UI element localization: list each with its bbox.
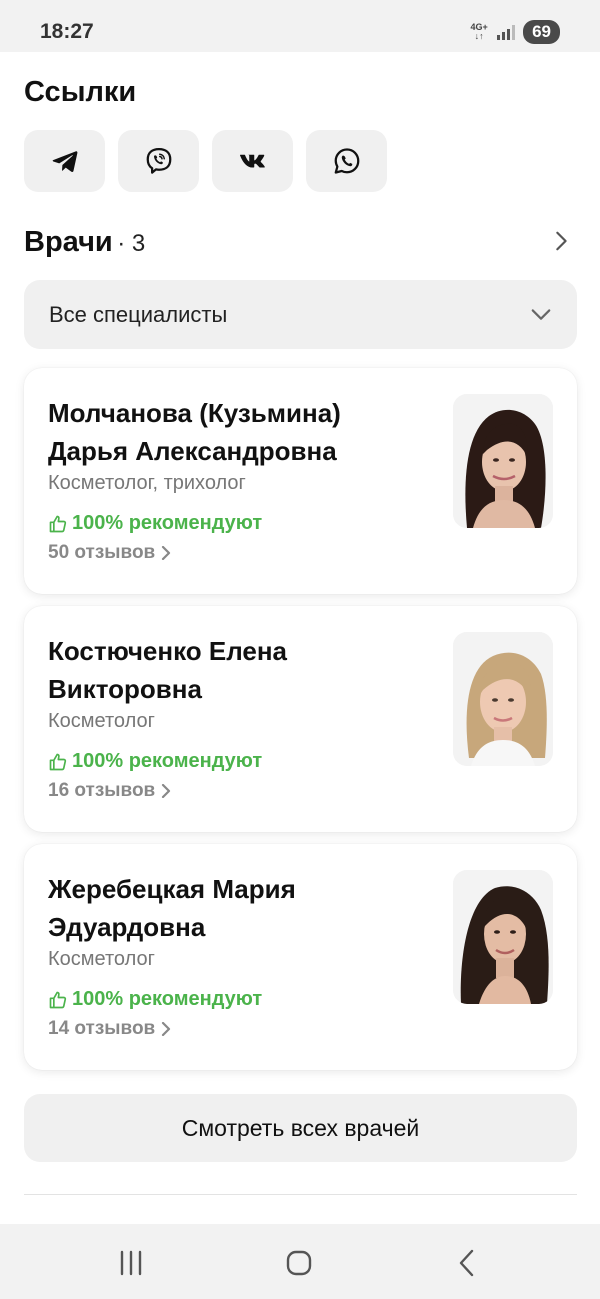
telegram-icon [52,151,77,172]
chevron-down-icon [531,309,551,320]
status-time: 18:27 [40,20,94,43]
doctor-name: Костюченко Елена Викторовна [48,636,287,704]
show-all-doctors-button[interactable]: Смотреть всех врачей [24,1094,577,1162]
doctor-card[interactable]: Костюченко Елена Викторовна Косметолог 1… [24,606,577,832]
status-bar: 18:27 4G+ ↓↑ 69 [0,0,600,52]
system-navigation-bar [0,1224,600,1299]
thumbs-up-icon [49,515,67,532]
doctor-specialty: Косметолог [48,948,155,970]
doctor-card[interactable]: Жеребецкая Мария Эдуардовна Косметолог 1… [24,844,577,1070]
whatsapp-button[interactable] [306,130,387,192]
thumbs-up-icon [49,991,67,1008]
doctor-specialty: Косметолог, трихолог [48,472,246,494]
doctor-specialty: Косметолог [48,710,155,732]
doctor-recommendation: 100% рекомендуют [48,750,262,773]
doctor-photo [453,870,553,1004]
links-title: Ссылки [24,76,137,108]
doctor-recommendation: 100% рекомендуют [48,988,262,1011]
specialist-filter-dropdown[interactable]: Все специалисты [24,280,577,349]
main-content[interactable]: Ссылки Врачи · 3 Все специалисты Молчано… [0,52,600,1224]
recent-apps-button[interactable] [111,1248,151,1278]
doctor-reviews-link[interactable]: 50 отзывов [48,542,171,564]
filter-selected-value: Все специалисты [49,302,228,327]
links-row [24,130,387,192]
chevron-right-icon [162,1022,171,1036]
back-button[interactable] [447,1248,487,1278]
chevron-right-icon[interactable] [550,230,572,252]
chevron-right-icon [162,784,171,798]
vk-icon [239,154,265,168]
doctors-title: Врачи [24,226,113,258]
doctor-photo [453,632,553,766]
doctor-card[interactable]: Молчанова (Кузьмина) Дарья Александровна… [24,368,577,594]
doctors-count: · 3 [117,230,146,257]
doctors-header[interactable]: Врачи · 3 [24,226,576,266]
whatsapp-icon [334,148,359,174]
doctor-name: Молчанова (Кузьмина) Дарья Александровна [48,398,341,466]
telegram-button[interactable] [24,130,105,192]
doctor-portrait-image [453,394,553,528]
doctor-name: Жеребецкая Мария Эдуардовна [48,874,296,942]
doctor-recommendation: 100% рекомендуют [48,512,262,535]
home-button[interactable] [279,1248,319,1278]
battery-indicator: 69 [523,20,560,44]
signal-icon [497,24,516,40]
vk-button[interactable] [212,130,293,192]
chevron-right-icon [162,546,171,560]
viber-button[interactable] [118,130,199,192]
doctor-reviews-link[interactable]: 16 отзывов [48,780,171,802]
doctor-photo [453,394,553,528]
home-icon [286,1250,312,1276]
data-arrows-icon: ↓↑ [474,31,484,41]
status-icons: 4G+ ↓↑ 69 [469,20,560,44]
back-icon [459,1249,474,1277]
doctor-reviews-link[interactable]: 14 отзывов [48,1018,171,1040]
recent-apps-icon [120,1250,142,1276]
doctor-portrait-image [453,870,553,1004]
divider [24,1194,577,1195]
viber-icon [146,148,171,174]
network-indicator: 4G+ ↓↑ [470,22,488,41]
doctor-portrait-image [453,632,553,766]
thumbs-up-icon [49,753,67,770]
